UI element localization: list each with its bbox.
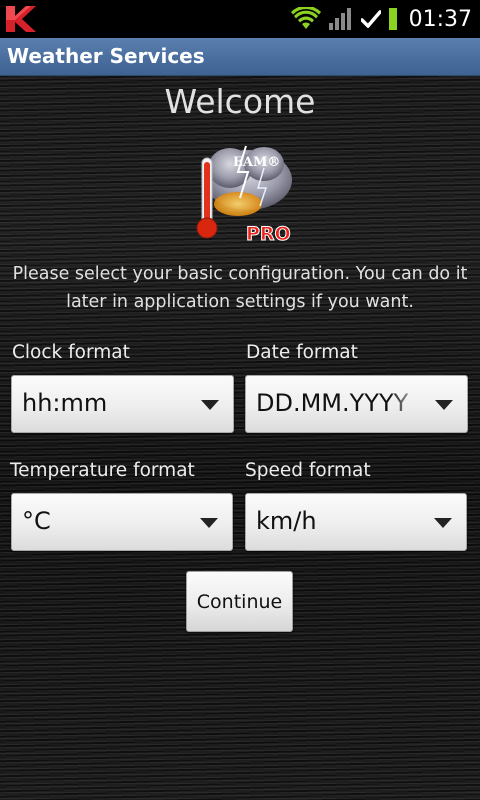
battery-icon bbox=[388, 8, 397, 30]
date-format-label: Date format bbox=[246, 342, 358, 363]
weather-app-icon: EAM® PRO bbox=[196, 145, 292, 246]
welcome-heading: Welcome bbox=[164, 82, 316, 121]
chevron-down-icon bbox=[434, 518, 452, 528]
status-time: 01:37 bbox=[408, 6, 472, 32]
chevron-down-icon bbox=[201, 400, 219, 410]
date-format-spinner[interactable]: DD.MM.YYYY bbox=[245, 375, 468, 433]
date-format-value: DD.MM.YYYY bbox=[256, 389, 409, 417]
temperature-format-label: Temperature format bbox=[10, 460, 195, 481]
kaspersky-logo-icon bbox=[6, 6, 36, 32]
chevron-down-icon bbox=[200, 518, 218, 528]
temperature-format-spinner[interactable]: °C bbox=[11, 493, 233, 551]
status-icons: 01:37 bbox=[290, 0, 472, 38]
temperature-format-value: °C bbox=[22, 507, 51, 535]
intro-text: Please select your basic configuration. … bbox=[12, 264, 468, 312]
app-icon-badge-top: EAM® bbox=[233, 155, 280, 170]
clock-format-label: Clock format bbox=[12, 342, 130, 363]
app-title: Weather Services bbox=[7, 44, 205, 68]
status-bar: 01:37 bbox=[0, 0, 480, 38]
chevron-down-icon bbox=[435, 400, 453, 410]
wifi-icon bbox=[290, 7, 321, 29]
speed-format-value: km/h bbox=[256, 507, 317, 535]
speed-format-spinner[interactable]: km/h bbox=[245, 493, 467, 551]
signal-icon bbox=[328, 8, 351, 30]
continue-button[interactable]: Continue bbox=[186, 571, 293, 632]
speed-format-label: Speed format bbox=[245, 460, 371, 481]
app-icon-badge-pro: PRO bbox=[246, 223, 291, 245]
clock-format-spinner[interactable]: hh:mm bbox=[11, 375, 234, 433]
title-bar: Weather Services bbox=[0, 38, 480, 76]
clock-format-value: hh:mm bbox=[22, 389, 108, 417]
check-icon bbox=[360, 10, 381, 28]
